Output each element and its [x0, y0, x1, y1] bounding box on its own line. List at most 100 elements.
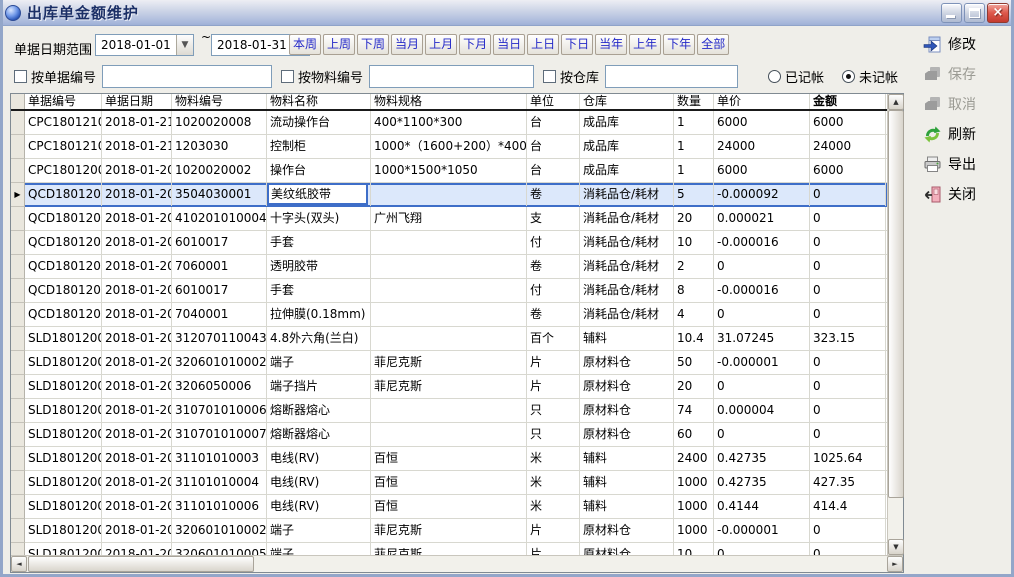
table-cell[interactable]: 拉伸膜(0.18mm): [267, 303, 371, 326]
column-header-9[interactable]: 金额: [810, 94, 886, 109]
table-cell[interactable]: [371, 255, 527, 278]
table-cell[interactable]: 410201010004: [172, 207, 267, 230]
column-header-8[interactable]: 单价: [714, 94, 810, 109]
table-cell[interactable]: 24000: [714, 135, 810, 158]
table-cell[interactable]: 台: [527, 111, 580, 134]
table-row-selected[interactable]: ▶QCD180120002018-01-203504030001美纹纸胶带卷消耗…: [11, 183, 887, 207]
table-cell[interactable]: 20: [674, 207, 714, 230]
table-cell[interactable]: 3504030001: [172, 183, 267, 206]
table-row[interactable]: SLD180120002018-01-2031101010006电线(RV)百恒…: [11, 495, 887, 519]
table-cell[interactable]: 7060001: [172, 255, 267, 278]
quick-button-10[interactable]: 上年: [629, 34, 661, 55]
quick-button-8[interactable]: 下日: [561, 34, 593, 55]
table-cell[interactable]: CPC18012100: [25, 111, 102, 134]
quick-button-3[interactable]: 当月: [391, 34, 423, 55]
table-cell[interactable]: [371, 231, 527, 254]
table-cell[interactable]: 消耗品仓/耗材: [580, 279, 674, 302]
table-cell[interactable]: 2018-01-20: [102, 495, 172, 518]
table-cell[interactable]: 0: [810, 279, 886, 302]
table-cell[interactable]: 百个: [527, 327, 580, 350]
table-cell[interactable]: 支: [527, 207, 580, 230]
table-cell[interactable]: 31101010006: [172, 495, 267, 518]
action-button-close[interactable]: 关闭: [923, 183, 1009, 205]
table-cell[interactable]: SLD18012000: [25, 543, 102, 555]
table-cell[interactable]: 10: [674, 543, 714, 555]
scroll-left-button[interactable]: ◄: [11, 556, 27, 572]
table-cell[interactable]: 60: [674, 423, 714, 446]
table-cell[interactable]: 2018-01-20: [102, 447, 172, 470]
table-cell[interactable]: 成品库: [580, 135, 674, 158]
table-cell[interactable]: 1020020002: [172, 159, 267, 182]
table-cell[interactable]: 31.07245: [714, 327, 810, 350]
table-cell[interactable]: 2018-01-20: [102, 399, 172, 422]
table-cell[interactable]: SLD18012000: [25, 327, 102, 350]
table-cell[interactable]: 1: [674, 159, 714, 182]
table-cell[interactable]: [371, 303, 527, 326]
table-row[interactable]: SLD180120002018-01-20310701010006熔断器熔心只原…: [11, 399, 887, 423]
table-cell[interactable]: -0.000092: [714, 183, 810, 206]
table-cell[interactable]: SLD18012000: [25, 399, 102, 422]
table-cell[interactable]: [371, 327, 527, 350]
table-cell[interactable]: 1: [674, 111, 714, 134]
quick-button-11[interactable]: 下年: [663, 34, 695, 55]
table-cell[interactable]: 端子: [267, 351, 371, 374]
filter-input-1[interactable]: [369, 65, 534, 88]
table-cell[interactable]: 原材料仓: [580, 351, 674, 374]
table-cell[interactable]: 50: [674, 351, 714, 374]
table-cell[interactable]: 原材料仓: [580, 399, 674, 422]
table-cell[interactable]: 付: [527, 279, 580, 302]
table-cell[interactable]: 0: [810, 351, 886, 374]
table-cell[interactable]: 0: [714, 375, 810, 398]
table-cell[interactable]: [371, 399, 527, 422]
action-button-export[interactable]: 导出: [923, 153, 1009, 175]
table-row[interactable]: SLD180120002018-01-203120701100434.8外六角(…: [11, 327, 887, 351]
table-cell[interactable]: 0: [714, 543, 810, 555]
vertical-scroll-thumb[interactable]: [888, 110, 904, 498]
column-header-2[interactable]: 物料编号: [172, 94, 267, 109]
table-cell[interactable]: 6000: [714, 159, 810, 182]
table-cell[interactable]: -0.000001: [714, 351, 810, 374]
table-cell[interactable]: 1020020008: [172, 111, 267, 134]
table-cell[interactable]: [371, 183, 527, 206]
column-header-1[interactable]: 单据日期: [102, 94, 172, 109]
table-cell[interactable]: 菲尼克斯: [371, 519, 527, 542]
table-cell[interactable]: 0: [714, 423, 810, 446]
table-cell[interactable]: 1000: [674, 471, 714, 494]
table-cell[interactable]: 消耗品仓/耗材: [580, 303, 674, 326]
table-cell[interactable]: 0: [810, 543, 886, 555]
table-cell[interactable]: 米: [527, 471, 580, 494]
filter-input-0[interactable]: [102, 65, 272, 88]
table-cell[interactable]: 6000: [810, 159, 886, 182]
table-cell[interactable]: 320601010002: [172, 519, 267, 542]
table-cell[interactable]: 米: [527, 447, 580, 470]
table-row[interactable]: SLD180120002018-01-20310701010007熔断器熔心只原…: [11, 423, 887, 447]
table-row[interactable]: SLD180120002018-01-2031101010004电线(RV)百恒…: [11, 471, 887, 495]
table-row[interactable]: SLD180120002018-01-20320601010002端子菲尼克斯片…: [11, 351, 887, 375]
table-cell[interactable]: 3206050006: [172, 375, 267, 398]
table-cell[interactable]: 427.35: [810, 471, 886, 494]
table-cell[interactable]: QCD18012000: [25, 183, 102, 206]
table-cell[interactable]: 0: [810, 207, 886, 230]
table-row[interactable]: QCD180120002018-01-206010017手套付消耗品仓/耗材8-…: [11, 279, 887, 303]
table-cell[interactable]: 只: [527, 423, 580, 446]
table-cell[interactable]: 24000: [810, 135, 886, 158]
column-header-0[interactable]: 单据编号: [25, 94, 102, 109]
radio-checked-icon[interactable]: [842, 70, 855, 83]
table-cell[interactable]: 只: [527, 399, 580, 422]
table-cell[interactable]: 2018-01-21: [102, 135, 172, 158]
table-cell[interactable]: 320601010005: [172, 543, 267, 555]
quick-button-0[interactable]: 本周: [289, 34, 321, 55]
table-cell[interactable]: 1000: [674, 495, 714, 518]
table-cell[interactable]: QCD18012000: [25, 207, 102, 230]
table-cell[interactable]: 片: [527, 351, 580, 374]
table-row[interactable]: QCD180120002018-01-207040001拉伸膜(0.18mm)卷…: [11, 303, 887, 327]
table-cell[interactable]: 电线(RV): [267, 447, 371, 470]
maximize-button[interactable]: [964, 3, 985, 23]
checkbox-1[interactable]: [281, 70, 294, 83]
table-cell[interactable]: 20: [674, 375, 714, 398]
table-cell[interactable]: 端子挡片: [267, 375, 371, 398]
table-cell[interactable]: 十字头(双头): [267, 207, 371, 230]
table-cell[interactable]: 电线(RV): [267, 471, 371, 494]
table-cell[interactable]: 原材料仓: [580, 423, 674, 446]
quick-button-2[interactable]: 下周: [357, 34, 389, 55]
